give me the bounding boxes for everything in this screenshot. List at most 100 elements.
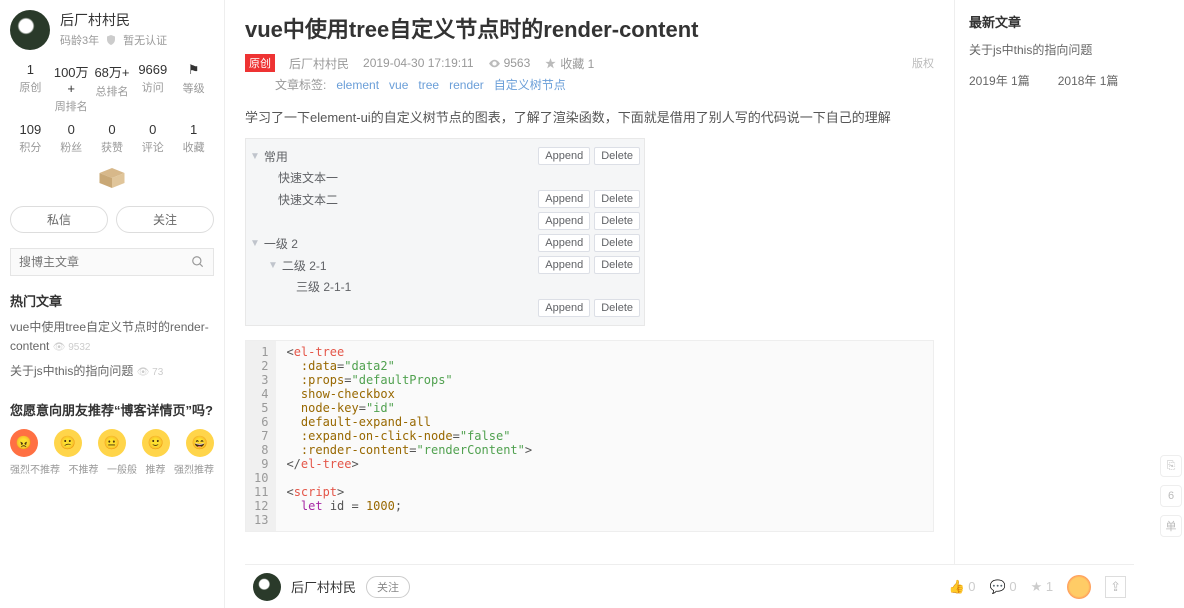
stat-value: 68万+ (92, 62, 133, 81)
author-name[interactable]: 后厂村村民 (60, 10, 167, 30)
avatar[interactable] (253, 573, 281, 601)
search-box (10, 248, 214, 276)
tag[interactable]: element (336, 78, 379, 92)
emoji-icon[interactable] (1067, 575, 1091, 599)
widget-2[interactable]: 6 (1160, 485, 1182, 507)
level-flag-icon: ⚑ (173, 62, 214, 78)
face-1[interactable]: 😠 (10, 429, 38, 457)
follow-button[interactable]: 关注 (116, 206, 214, 233)
sidebar: 后厂村村民 码龄3年 暂无认证 1原创 100万+周排名 68万+总排名 966… (0, 0, 225, 608)
delete-button[interactable]: Delete (594, 190, 640, 208)
article-author[interactable]: 后厂村村民 (289, 55, 349, 72)
append-button[interactable]: Append (538, 299, 590, 317)
latest-title: 最新文章 (969, 12, 1170, 31)
stat-value: 1 (173, 122, 214, 137)
face-label: 一般般 (107, 461, 137, 476)
delete-button[interactable]: Delete (594, 234, 640, 252)
line-numbers: 12345678910111213 (246, 341, 276, 531)
tree-demo: ▼常用AppendDelete 快速文本一 快速文本二AppendDelete … (245, 138, 645, 326)
caret-icon[interactable]: ▼ (250, 151, 260, 162)
stat-label: 周排名 (51, 98, 92, 114)
append-button[interactable]: Append (538, 234, 590, 252)
footer-author[interactable]: 后厂村村民 (291, 577, 356, 596)
tag[interactable]: render (449, 78, 484, 92)
widget-1[interactable]: ⎘ (1160, 455, 1182, 477)
tag[interactable]: 自定义树节点 (494, 76, 566, 93)
delete-button[interactable]: Delete (594, 299, 640, 317)
box-icon (10, 163, 214, 196)
stat-value: 0 (132, 122, 173, 137)
append-button[interactable]: Append (538, 147, 590, 165)
caret-icon[interactable]: ▼ (250, 238, 260, 249)
stat-label: 访问 (132, 79, 173, 95)
stat-value: 9669 (132, 62, 173, 77)
stat-label: 获赞 (92, 139, 133, 155)
search-input[interactable] (11, 249, 183, 275)
author-age: 码龄3年 (60, 32, 99, 48)
tree-label[interactable]: 快速文本二 (278, 191, 534, 208)
hot-link[interactable]: vue中使用tree自定义节点时的render-content (10, 320, 209, 353)
face-5[interactable]: 😄 (186, 429, 214, 457)
shield-icon (105, 34, 117, 46)
tree-label[interactable]: 常用 (264, 148, 534, 165)
tags-label: 文章标签: (275, 76, 326, 93)
delete-button[interactable]: Delete (594, 147, 640, 165)
widget-3[interactable]: 单 (1160, 515, 1182, 537)
hot-title: 热门文章 (10, 291, 214, 310)
recommend-question: 您愿意向朋友推荐“博客详情页”吗? (10, 400, 214, 419)
hot-link[interactable]: 关于js中this的指向问题 (10, 364, 133, 378)
search-button[interactable] (183, 249, 213, 275)
verify-label: 暂无认证 (123, 32, 167, 48)
caret-icon[interactable]: ▼ (268, 260, 278, 271)
tree-label[interactable]: 快速文本一 (278, 169, 640, 186)
face-2[interactable]: 😕 (54, 429, 82, 457)
tag[interactable]: tree (418, 78, 439, 92)
face-label: 强烈推荐 (174, 461, 214, 476)
article-title: vue中使用tree自定义节点时的render-content (245, 12, 934, 44)
article-main: vue中使用tree自定义节点时的render-content 原创 后厂村村民… (225, 0, 954, 608)
tree-label[interactable]: 二级 2-1 (282, 257, 534, 274)
star-count[interactable]: ★ 1 (1031, 579, 1054, 595)
delete-button[interactable]: Delete (594, 212, 640, 230)
append-button[interactable]: Append (538, 190, 590, 208)
latest-item[interactable]: 关于js中this的指向问题 (969, 41, 1170, 58)
face-3[interactable]: 😐 (98, 429, 126, 457)
stat-label: 等级 (173, 80, 214, 96)
comment-count[interactable]: 💬 0 (990, 579, 1017, 595)
code-source: <el-tree :data="data2" :props="defaultPr… (276, 341, 542, 531)
stat-value: 0 (92, 122, 133, 137)
follow-button[interactable]: 关注 (366, 576, 410, 598)
share-icon[interactable]: ⇪ (1105, 576, 1126, 598)
archive-link[interactable]: 2018年 1篇 (1058, 72, 1119, 89)
append-button[interactable]: Append (538, 256, 590, 274)
append-button[interactable]: Append (538, 212, 590, 230)
stat-value: 0 (51, 122, 92, 137)
stat-label: 评论 (132, 139, 173, 155)
floating-widgets: ⎘ 6 单 (1160, 455, 1182, 537)
stat-label: 积分 (10, 139, 51, 155)
archive-link[interactable]: 2019年 1篇 (969, 72, 1030, 89)
tree-label[interactable]: 一级 2 (264, 235, 534, 252)
right-sidebar: 最新文章 关于js中this的指向问题 2019年 1篇 2018年 1篇 (954, 0, 1184, 608)
tree-label[interactable]: 三级 2-1-1 (296, 278, 640, 295)
views: 9563 (488, 56, 531, 70)
eye-icon: 👁 (137, 367, 152, 378)
stat-label: 收藏 (173, 139, 214, 155)
dm-button[interactable]: 私信 (10, 206, 108, 233)
hot-views: 73 (152, 367, 163, 378)
like-count[interactable]: 👍 0 (948, 579, 975, 595)
favorite[interactable]: 收藏 1 (544, 55, 594, 72)
stat-value: 109 (10, 122, 51, 137)
code-block: 12345678910111213 <el-tree :data="data2"… (245, 340, 934, 532)
avatar[interactable] (10, 10, 50, 50)
copyright-link[interactable]: 版权 (912, 55, 934, 71)
stat-label: 总排名 (92, 83, 133, 99)
bottom-bar: 后厂村村民 关注 👍 0 💬 0 ★ 1 ⇪ (245, 564, 1134, 608)
tag[interactable]: vue (389, 78, 408, 92)
face-label: 强烈不推荐 (10, 461, 60, 476)
stat-value: 100万+ (51, 62, 92, 96)
delete-button[interactable]: Delete (594, 256, 640, 274)
stats-row-2: 109积分 0粉丝 0获赞 0评论 1收藏 (10, 122, 214, 155)
face-4[interactable]: 🙂 (142, 429, 170, 457)
eye-icon: 👁 (53, 342, 68, 353)
